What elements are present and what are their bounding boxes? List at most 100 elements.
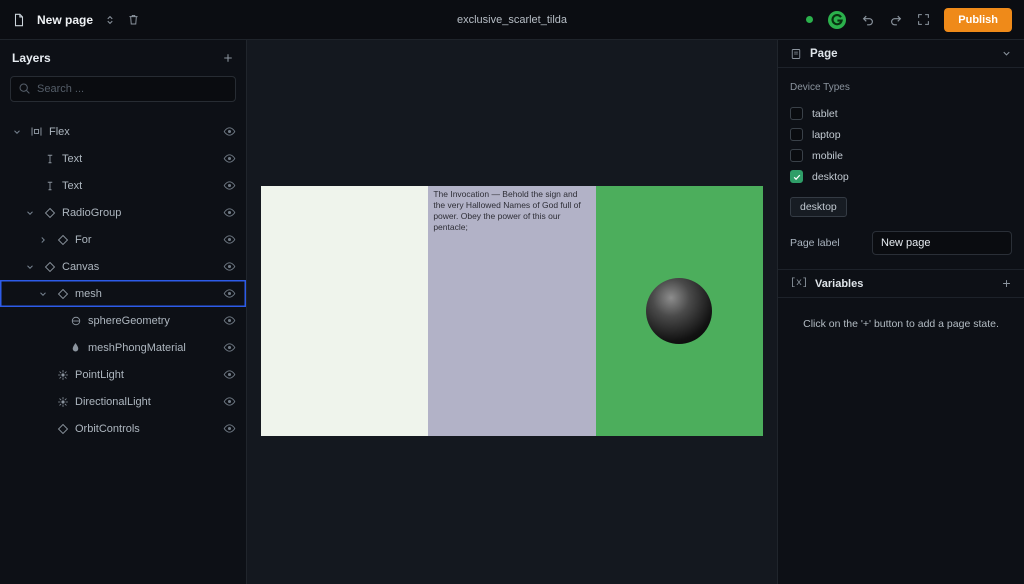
layer-row-text[interactable]: Text xyxy=(0,172,246,199)
layer-label: DirectionalLight xyxy=(75,396,151,408)
inspector-panel: Page Device Types tablet laptop mobile xyxy=(777,40,1024,584)
artboard-column-1[interactable] xyxy=(261,186,428,436)
app: New page exclusive_scarlet_tilda xyxy=(0,0,1024,584)
layer-row-orbitcontrols[interactable]: OrbitControls xyxy=(0,415,246,442)
device-checkbox-row-laptop[interactable]: laptop xyxy=(778,124,1024,145)
text-icon xyxy=(42,153,57,165)
artboard-column-3[interactable] xyxy=(596,186,763,436)
variables-icon: [x] xyxy=(790,278,808,289)
checkbox-laptop[interactable] xyxy=(790,128,803,141)
page-icon xyxy=(790,48,802,60)
eye-icon[interactable] xyxy=(223,314,236,327)
chevron-down-icon[interactable] xyxy=(23,208,37,218)
project-title: exclusive_scarlet_tilda xyxy=(457,14,567,26)
current-page-name: New page xyxy=(37,13,93,27)
checkbox-desktop[interactable] xyxy=(790,170,803,183)
variables-hint: Click on the '+' button to add a page st… xyxy=(778,298,1024,350)
eye-icon[interactable] xyxy=(223,368,236,381)
layer-label: Text xyxy=(62,153,82,165)
layer-tree: Flex Text Text xyxy=(0,118,246,442)
text-icon xyxy=(42,180,57,192)
layer-label: For xyxy=(75,234,92,246)
layer-row-canvas[interactable]: Canvas xyxy=(0,253,246,280)
page-section-header[interactable]: Page xyxy=(778,40,1024,68)
layer-row-directionallight[interactable]: DirectionalLight xyxy=(0,388,246,415)
checkbox-mobile[interactable] xyxy=(790,149,803,162)
component-icon xyxy=(42,207,57,219)
checkbox-tablet[interactable] xyxy=(790,107,803,120)
artboard-text[interactable]: The Invocation — Behold the sign and the… xyxy=(428,186,595,233)
layer-row-text[interactable]: Text xyxy=(0,145,246,172)
chevron-down-icon[interactable] xyxy=(36,289,50,299)
eye-icon[interactable] xyxy=(223,233,236,246)
layer-row-mesh[interactable]: mesh xyxy=(0,280,246,307)
flex-icon xyxy=(29,125,44,138)
light-icon xyxy=(55,396,70,408)
chevron-down-icon[interactable] xyxy=(10,127,24,137)
eye-icon[interactable] xyxy=(223,287,236,300)
layer-row-flex[interactable]: Flex xyxy=(0,118,246,145)
sphere-3d-object[interactable] xyxy=(646,278,712,344)
device-label: laptop xyxy=(812,129,841,141)
layers-title: Layers xyxy=(12,51,51,65)
page-label-field-row: Page label xyxy=(778,221,1024,269)
page-switcher-icon[interactable] xyxy=(104,14,116,26)
device-label: tablet xyxy=(812,108,838,120)
variables-title: Variables xyxy=(815,278,994,290)
layer-row-meshphongmaterial[interactable]: meshPhongMaterial xyxy=(0,334,246,361)
add-variable-icon[interactable] xyxy=(1001,278,1012,289)
artboard-column-2[interactable]: The Invocation — Behold the sign and the… xyxy=(428,186,595,436)
layer-label: Flex xyxy=(49,126,70,138)
device-checkbox-row-desktop[interactable]: desktop xyxy=(778,166,1024,187)
device-checkbox-row-tablet[interactable]: tablet xyxy=(778,103,1024,124)
chevron-right-icon[interactable] xyxy=(36,235,50,245)
eye-icon[interactable] xyxy=(223,179,236,192)
app-logo-icon[interactable] xyxy=(827,10,847,30)
chevron-down-icon[interactable] xyxy=(23,262,37,272)
component-icon xyxy=(42,261,57,273)
device-label: mobile xyxy=(812,150,843,162)
geometry-icon xyxy=(68,315,83,327)
layer-row-pointlight[interactable]: PointLight xyxy=(0,361,246,388)
eye-icon[interactable] xyxy=(223,341,236,354)
layer-row-radiogroup[interactable]: RadioGroup xyxy=(0,199,246,226)
publish-button[interactable]: Publish xyxy=(944,8,1012,32)
layer-label: mesh xyxy=(75,288,102,300)
topbar: New page exclusive_scarlet_tilda xyxy=(0,0,1024,40)
delete-page-icon[interactable] xyxy=(127,13,140,26)
undo-icon[interactable] xyxy=(861,13,875,27)
layer-label: RadioGroup xyxy=(62,207,121,219)
layer-label: OrbitControls xyxy=(75,423,140,435)
layer-label: Canvas xyxy=(62,261,99,273)
layers-panel: Layers Flex xyxy=(0,40,247,584)
layer-row-for[interactable]: For xyxy=(0,226,246,253)
eye-icon[interactable] xyxy=(223,422,236,435)
fullscreen-icon[interactable] xyxy=(917,13,930,26)
status-dot xyxy=(806,16,813,23)
page-label-input[interactable] xyxy=(872,231,1012,255)
canvas-panel[interactable]: The Invocation — Behold the sign and the… xyxy=(247,40,777,584)
page-label-label: Page label xyxy=(790,237,840,249)
eye-icon[interactable] xyxy=(223,125,236,138)
search-input[interactable] xyxy=(10,76,236,102)
search-icon xyxy=(18,82,31,95)
redo-icon[interactable] xyxy=(889,13,903,27)
chevron-down-icon[interactable] xyxy=(1001,48,1012,59)
layer-row-spheregeometry[interactable]: sphereGeometry xyxy=(0,307,246,334)
component-icon xyxy=(55,288,70,300)
eye-icon[interactable] xyxy=(223,395,236,408)
device-chip-desktop[interactable]: desktop xyxy=(790,197,847,217)
eye-icon[interactable] xyxy=(223,152,236,165)
layer-label: Text xyxy=(62,180,82,192)
add-layer-icon[interactable] xyxy=(222,52,234,64)
layer-label: PointLight xyxy=(75,369,124,381)
variables-section: [x] Variables Click on the '+' button to… xyxy=(778,269,1024,350)
device-checkbox-row-mobile[interactable]: mobile xyxy=(778,145,1024,166)
artboard[interactable]: The Invocation — Behold the sign and the… xyxy=(261,186,763,436)
eye-icon[interactable] xyxy=(223,206,236,219)
eye-icon[interactable] xyxy=(223,260,236,273)
component-icon xyxy=(55,423,70,435)
light-icon xyxy=(55,369,70,381)
device-label: desktop xyxy=(812,171,849,183)
device-types-label: Device Types xyxy=(778,68,1024,103)
